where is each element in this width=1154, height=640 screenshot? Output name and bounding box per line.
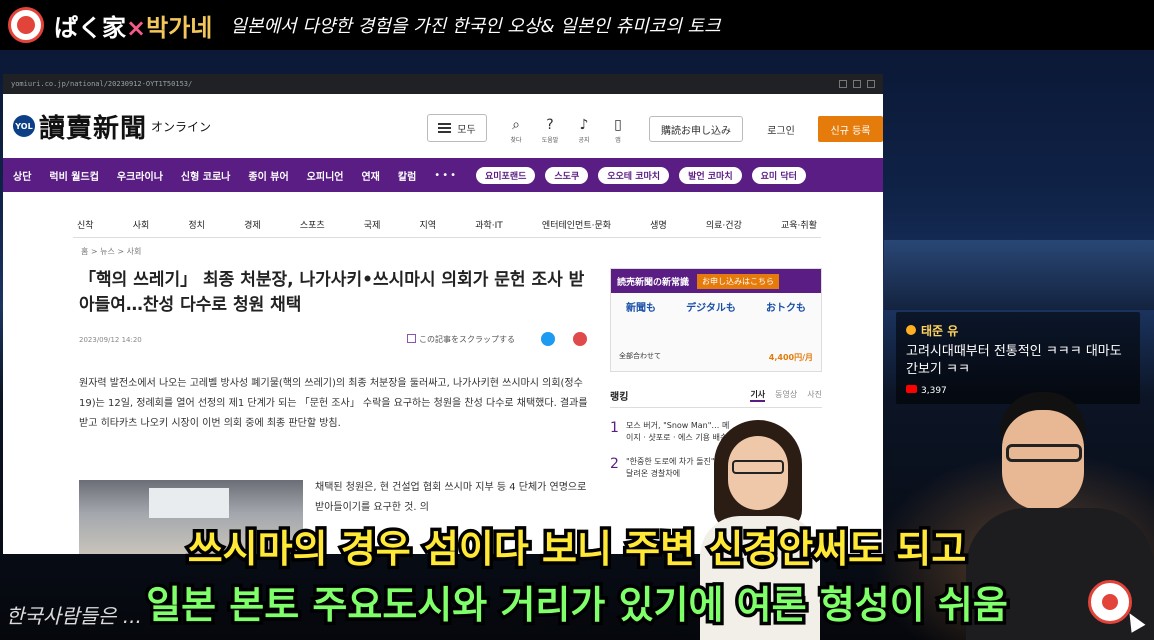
phone-icon: ▯ [614, 117, 622, 133]
youtube-icon [906, 385, 917, 393]
sea-horizon [884, 240, 1154, 310]
address-bar[interactable]: yomiuri.co.jp/national/20230912-OYT1T501… [3, 74, 883, 94]
ranking-tab-articles[interactable]: 기사 [750, 389, 766, 402]
app-button[interactable]: ▯ 앱 [601, 114, 635, 144]
nav-pill-otekomachi[interactable]: 오오테 코마치 [598, 166, 670, 184]
breadcrumb[interactable]: 홈 > 뉴스 > 사회 [81, 246, 141, 257]
channel-name-kr: 박가네 [146, 13, 213, 42]
menu-button-label: 모두 [457, 124, 476, 136]
ad-item-deals: おトクも [765, 303, 806, 314]
ranking-tab-photos[interactable]: 사진 [807, 389, 822, 402]
nav-item-ukraine[interactable]: 우크라이나 [117, 168, 163, 183]
search-icon: ⌕ [512, 117, 520, 133]
bookmark-icon [407, 334, 416, 343]
ad-footer: 全部合わせて [619, 352, 661, 360]
subscribe-button[interactable]: 購読お申し込み [649, 116, 743, 142]
tab-science[interactable]: 과학·IT [475, 218, 503, 231]
tab-society[interactable]: 사회 [133, 218, 150, 231]
site-header: YOL 讀賣新聞 オンライン 모두 ⌕ 찾다 ? 도움말 ♪ 공지 ▯ 앱 購読… [3, 94, 883, 158]
subtitle-line-2: 일본 본토 주요도시와 거리가 있기에 여론 형성이 쉬움 [143, 580, 1012, 631]
nav-pill-sudoku[interactable]: 스도쿠 [545, 166, 589, 184]
ad-apply-button[interactable]: お申し込みはこちら [697, 273, 780, 289]
help-label: 도움말 [541, 137, 559, 144]
maximize-icon[interactable] [853, 80, 861, 88]
site-brand-sub: オンライン [151, 119, 212, 134]
scrap-label: この記事をスクラップする [419, 335, 515, 344]
nav-pill-hatsugen[interactable]: 발언 코마치 [679, 166, 742, 184]
tab-local[interactable]: 지역 [420, 218, 437, 231]
ad-title: 読売新聞の新常識 [617, 277, 690, 288]
search-button[interactable]: ⌕ 찾다 [499, 114, 533, 144]
article-body-paragraph-2: 채택된 청원은, 현 건설업 협회 쓰시마 지부 등 4 단체가 연명으로 받아… [315, 482, 587, 513]
article-headline: 「핵의 쓰레기」 최종 처분장, 나가사키•쓰시마시 의회가 문헌 조사 받아들… [79, 270, 585, 315]
chat-username-text: 태준 유 [921, 324, 959, 338]
nav-item-top[interactable]: 상단 [13, 168, 31, 183]
tab-health[interactable]: 의료·건강 [706, 218, 742, 231]
menu-button[interactable]: 모두 [427, 114, 487, 142]
channel-logo-icon [8, 7, 44, 43]
ranking-tab-videos[interactable]: 동영상 [775, 389, 797, 402]
notice-button[interactable]: ♪ 공지 [567, 114, 601, 144]
tab-education[interactable]: 교육·취활 [781, 218, 817, 231]
nav-pill-yomiporand[interactable]: 요미포랜드 [476, 166, 536, 184]
minimize-icon[interactable] [839, 80, 847, 88]
search-label: 찾다 [510, 137, 522, 144]
twitter-share-icon[interactable] [541, 332, 555, 346]
chat-message-text: 고려시대때부터 전통적인 ㅋㅋㅋ 대마도 간보기 ㅋㅋ [906, 344, 1122, 377]
view-count-text: 3,397 [921, 386, 947, 396]
nav-more-icon[interactable]: ••• [434, 170, 458, 181]
login-button[interactable]: 로그인 [753, 116, 809, 142]
notice-label: 공지 [578, 137, 590, 144]
nav-item-series[interactable]: 연재 [361, 168, 379, 183]
mail-share-icon[interactable] [573, 332, 587, 346]
channel-name-x: × [126, 13, 147, 42]
rank-number: 1 [610, 420, 619, 436]
help-icon: ? [546, 117, 554, 133]
nav-item-column[interactable]: 칼럼 [398, 168, 416, 183]
help-button[interactable]: ? 도움말 [533, 114, 567, 144]
tab-economy[interactable]: 경제 [244, 218, 261, 231]
article-body-paragraph: 원자력 발전소에서 나오는 고레벨 방사성 폐기물(핵의 쓰레기)의 최종 처분… [79, 378, 588, 429]
hamburger-icon [438, 123, 452, 133]
category-tabs: 신착 사회 정치 경제 스포츠 국제 지역 과학·IT 엔터테인먼트·문화 생명… [73, 212, 821, 238]
ranking-title: 랭킹 [610, 392, 629, 403]
subtitle-line-1: 쓰시마의 경우 섬이다 보니 주변 신경안써도 되고 [184, 524, 970, 575]
url-text[interactable]: yomiuri.co.jp/national/20230912-OYT1T501… [11, 80, 192, 88]
channel-name: ぱく家×박가네 [54, 8, 212, 43]
chat-username: 태준 유 [906, 322, 1130, 339]
channel-banner: ぱく家×박가네 일본에서 다양한 경험을 가진 한국인 오상& 일본인 츄미코의… [0, 0, 1154, 50]
tab-politics[interactable]: 정치 [188, 218, 205, 231]
ad-price: 4,400円/月 [768, 353, 813, 362]
channel-subtitle: 일본에서 다양한 경험을 가진 한국인 오상& 일본인 츄미코의 토크 [230, 16, 721, 37]
article-date: 2023/09/12 14:20 [79, 336, 142, 344]
ad-item-digital: デジタルも [686, 303, 736, 314]
tab-life[interactable]: 생명 [650, 218, 667, 231]
tab-sports[interactable]: 스포츠 [300, 218, 325, 231]
rank-number: 2 [610, 456, 619, 472]
ad-item-newspaper: 新聞も [626, 303, 657, 314]
live-chat-message: 태준 유 고려시대때부터 전통적인 ㅋㅋㅋ 대마도 간보기 ㅋㅋ 3,397 [896, 312, 1140, 404]
tab-entertainment[interactable]: 엔터테인먼트·문화 [542, 218, 611, 231]
member-badge-icon [906, 325, 916, 335]
subscription-ad[interactable]: 読売新聞の新常識 お申し込みはこちら 新聞も デジタルも おトクも 全部合わせて… [610, 268, 822, 372]
nav-item-opinion[interactable]: 오피니언 [307, 168, 344, 183]
nav-item-rugby[interactable]: 럭비 월드컵 [49, 168, 98, 183]
app-label: 앱 [615, 137, 621, 144]
nav-pill-yomidr[interactable]: 요미 닥터 [751, 166, 806, 184]
window-controls [839, 80, 875, 88]
tab-new[interactable]: 신착 [77, 218, 94, 231]
nav-item-viewer[interactable]: 종이 뷰어 [248, 168, 288, 183]
bell-icon: ♪ [579, 117, 589, 133]
scrap-button[interactable]: この記事をスクラップする [407, 334, 515, 345]
tab-international[interactable]: 국제 [364, 218, 381, 231]
close-icon[interactable] [867, 80, 875, 88]
channel-name-jp: ぱく家 [54, 13, 126, 42]
yol-logo-icon[interactable]: YOL [13, 115, 35, 137]
nav-item-corona[interactable]: 신형 코로나 [181, 168, 230, 183]
main-nav: 상단 럭비 월드컵 우크라이나 신형 코로나 종이 뷰어 오피니언 연재 칼럼 … [3, 158, 883, 192]
signup-button[interactable]: 신규 등록 [818, 116, 883, 142]
site-brand[interactable]: 讀賣新聞 [39, 108, 147, 145]
